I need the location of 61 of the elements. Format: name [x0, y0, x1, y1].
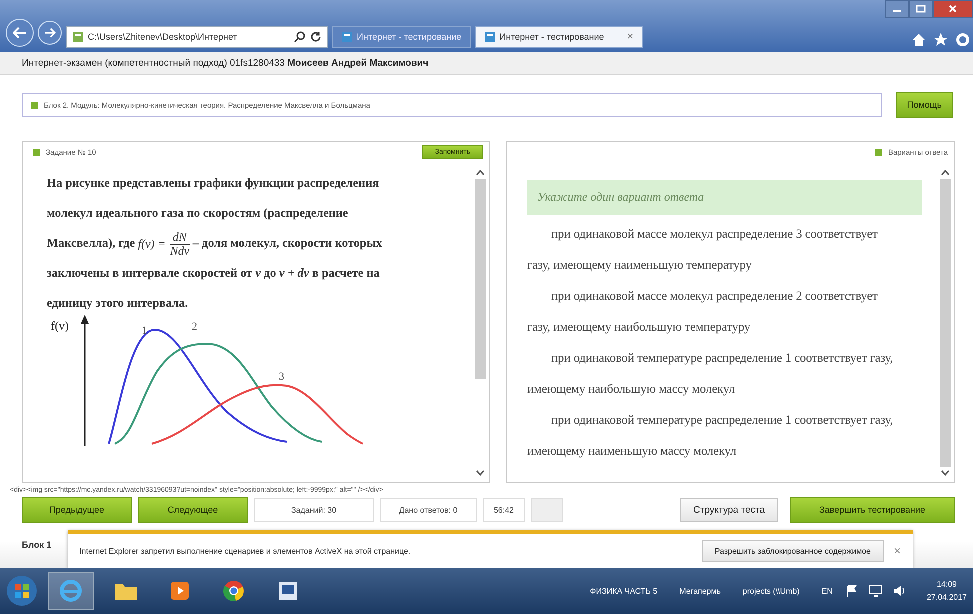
back-button[interactable]: [6, 19, 34, 47]
address-text: C:\Users\Zhitenev\Desktop\Интернет: [88, 32, 238, 42]
page-icon: [341, 31, 353, 43]
settings-icon[interactable]: [955, 32, 969, 48]
bullet-icon: [31, 102, 38, 108]
page-icon: [72, 31, 84, 43]
structure-button[interactable]: Структура теста: [680, 498, 778, 522]
answer-option[interactable]: при одинаковой температуре распределение 1 соответствует газу, имеющему наименьшую массу молекул: [527, 405, 902, 467]
bullet-icon: [33, 148, 40, 156]
tab-close-button[interactable]: ×: [627, 31, 634, 43]
tab-label: Интернет - тестирование: [357, 32, 462, 42]
maximize-button[interactable]: [909, 0, 933, 18]
address-bar[interactable]: C:\Users\Zhitenev\Desktop\Интернет: [66, 26, 328, 48]
forward-button[interactable]: [38, 21, 62, 45]
clock[interactable]: 14:09 27.04.2017: [926, 580, 967, 602]
minimize-button[interactable]: [885, 0, 909, 18]
status-box: [531, 498, 563, 522]
answered-count: Дано ответов: 0: [380, 498, 477, 522]
maximize-icon: [916, 5, 926, 13]
timer: 56:42: [483, 498, 525, 522]
home-icon[interactable]: [911, 32, 927, 48]
network-icon[interactable]: [868, 584, 883, 598]
exam-info-text: Интернет-экзамен (компетентностный подход) 01fs1280433 Моисеев Андрей Максимович: [22, 58, 429, 68]
allow-content-button[interactable]: Разрешить заблокированное содержимое: [702, 540, 884, 562]
scroll-down-icon[interactable]: [940, 470, 950, 476]
page-icon: [484, 31, 496, 43]
close-button[interactable]: [933, 0, 973, 18]
notification-close-button[interactable]: ×: [894, 544, 901, 558]
taskbar-item[interactable]: ФИЗИКА ЧАСТЬ 5: [590, 586, 658, 596]
finish-button[interactable]: Завершить тестирование: [790, 497, 955, 523]
curve-label: 1: [142, 325, 148, 337]
taskbar-item[interactable]: Мегапермь: [680, 586, 721, 596]
scroll-up-icon[interactable]: [940, 170, 950, 176]
tasks-count: Заданий: 30: [254, 498, 374, 522]
taskbar-item[interactable]: projects (\\Umb): [742, 586, 800, 596]
curve-label: 2: [192, 321, 198, 333]
search-icon[interactable]: [294, 31, 306, 43]
clock-date: 27.04.2017: [926, 593, 967, 602]
forward-arrow-icon: [44, 28, 56, 38]
curve-label: 3: [279, 371, 284, 383]
scroll-down-icon[interactable]: [476, 470, 485, 476]
notification-text: Internet Explorer запретил выполнение сценариев и элементов ActiveX на этой странице.: [80, 546, 411, 556]
clock-time: 14:09: [936, 580, 957, 589]
block-tab[interactable]: Блок 1: [22, 540, 52, 550]
scroll-up-icon[interactable]: [476, 170, 485, 176]
browser-tab[interactable]: Интернет - тестирование ×: [474, 26, 643, 48]
help-button[interactable]: Помощь: [896, 92, 953, 118]
tab-label: Интернет - тестирование: [500, 32, 606, 42]
previous-button[interactable]: Предыдущее: [22, 497, 132, 523]
start-button[interactable]: [6, 575, 38, 607]
star-icon[interactable]: [933, 32, 949, 48]
close-icon: [948, 5, 958, 13]
back-arrow-icon: [13, 27, 27, 39]
axis-label: f(v): [51, 319, 69, 333]
language-indicator[interactable]: EN: [822, 586, 833, 596]
bullet-icon: [875, 148, 882, 156]
speaker-icon[interactable]: [892, 584, 907, 598]
flag-icon[interactable]: [844, 584, 859, 598]
answer-hint: Укажите один вариант ответа: [527, 180, 922, 215]
refresh-icon[interactable]: [310, 31, 322, 43]
next-button[interactable]: Следующее: [138, 497, 248, 523]
